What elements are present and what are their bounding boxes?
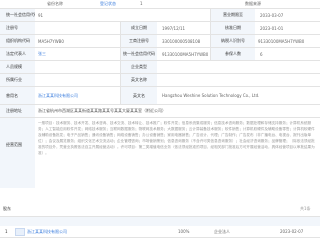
company-info-table: 统一社会信用代码 91 营业期限至 2033-03-07 注册号 成立日期 19… xyxy=(0,8,320,188)
business-scope-row: 经营范围 一般项目：技术服务、技术开发、技术咨询、技术交流、技术转让、技术推广；… xyxy=(0,118,320,188)
shareholder-type: 企业法人 xyxy=(214,229,230,234)
business-scope-text: 一般项目：技术服务、技术开发、技术咨询、技术交流、技术转让、技术推广；软件开发；… xyxy=(38,121,315,155)
row-label-2: 成立日期 xyxy=(121,22,157,34)
footer-header: 股东 共1条 xyxy=(0,204,320,214)
row-value-2: 330100000508108 xyxy=(162,38,201,44)
table-row: 曾用名 浙江某某科技有限公司 英文名 Hangzhou Weshine Solu… xyxy=(0,87,320,105)
share-percent: 100% xyxy=(178,229,190,234)
top-tab-status[interactable]: 登记状态 xyxy=(100,1,116,7)
table-row: 人员规模 企业类型 xyxy=(0,61,320,74)
former-name-link[interactable]: 浙江某某科技有限公司 xyxy=(38,87,118,104)
row-label-2: 企业类型 xyxy=(121,61,157,73)
top-tab-province[interactable]: 省份名称 xyxy=(47,1,63,7)
row-label: 法定代表人 xyxy=(0,48,35,60)
row-label: 组织机构代码 xyxy=(0,35,35,47)
row-value-2: Hangzhou Weshine Solution Technology Co.… xyxy=(162,93,260,98)
row-label: 注册地址 xyxy=(0,105,35,117)
row-label: 所属行业 xyxy=(0,74,35,86)
row-value-2: 1997/12/11 xyxy=(162,25,186,31)
table-row: 注册地址 浙江省杭州市西湖区某某街道某某路某某号某某大厦某某室（附近公司） xyxy=(0,105,320,118)
row-label-2: 统一社会信用代码 xyxy=(121,48,157,60)
table-row: 注册号 成立日期 1997/12/11 核准日期 2023-01-01 xyxy=(0,22,320,35)
shareholder-link[interactable]: 浙江某某科技有限公司 xyxy=(27,229,67,235)
legal-rep-link[interactable]: 张三 xyxy=(38,48,118,60)
row-label: 注册号 xyxy=(0,22,35,34)
row-label-2: 英文名 xyxy=(121,87,157,104)
row-label-3: 核准日期 xyxy=(211,22,255,34)
table-row: 1 浙江某某科技有限公司 100% 企业法人 2023-02-07 xyxy=(0,226,320,238)
row-index: 1 xyxy=(5,229,8,234)
row-label-2: 工商注册号 xyxy=(121,35,157,47)
row-value-3: 2023-01-01 xyxy=(260,25,284,31)
row-label-3: 纳税人识别号 xyxy=(211,35,255,47)
row-value-3: 91330100MA5H7YWB0 xyxy=(258,38,305,44)
row-value-2: 2033-03-07 xyxy=(260,12,284,18)
section-label: 股东 xyxy=(3,206,11,211)
row-value: 91 xyxy=(38,12,44,18)
row-label-2: 英文名称 xyxy=(121,74,157,86)
table-row: 所属行业 英文名称 xyxy=(0,74,320,87)
address-value: 浙江省杭州市西湖区某某街道某某路某某号某某大厦某某室（附近公司） xyxy=(38,108,166,113)
count-label: 共1条 xyxy=(300,206,311,211)
row-value: MA5H7YWB0 xyxy=(38,38,64,44)
table-header xyxy=(0,216,320,226)
table-row: 组织机构代码 MA5H7YWB0 工商注册号 330100000508108 纳… xyxy=(0,35,320,48)
row-label: 曾用名 xyxy=(0,87,35,104)
row-label: 统一社会信用代码 xyxy=(0,9,35,21)
top-tab-source[interactable]: 数据来源 xyxy=(245,1,261,7)
row-label-3: 参保人数 xyxy=(211,48,255,60)
row-value-2: 91330100MA5H7YWB0X xyxy=(162,51,208,57)
row-label: 人员规模 xyxy=(0,61,35,73)
table-row: 统一社会信用代码 91 营业期限至 2033-03-07 xyxy=(0,9,320,22)
invest-date: 2023-02-07 xyxy=(280,229,304,234)
table-row: 法定代表人 张三 统一社会信用代码 91330100MA5H7YWB0X 参保人… xyxy=(0,48,320,61)
row-label-2: 营业期限至 xyxy=(211,9,255,21)
top-tab-number[interactable]: 1 xyxy=(140,1,143,6)
business-scope-label: 经营范围 xyxy=(0,118,35,188)
company-logo-icon xyxy=(15,228,25,236)
row-value-3: 6 xyxy=(260,51,263,57)
